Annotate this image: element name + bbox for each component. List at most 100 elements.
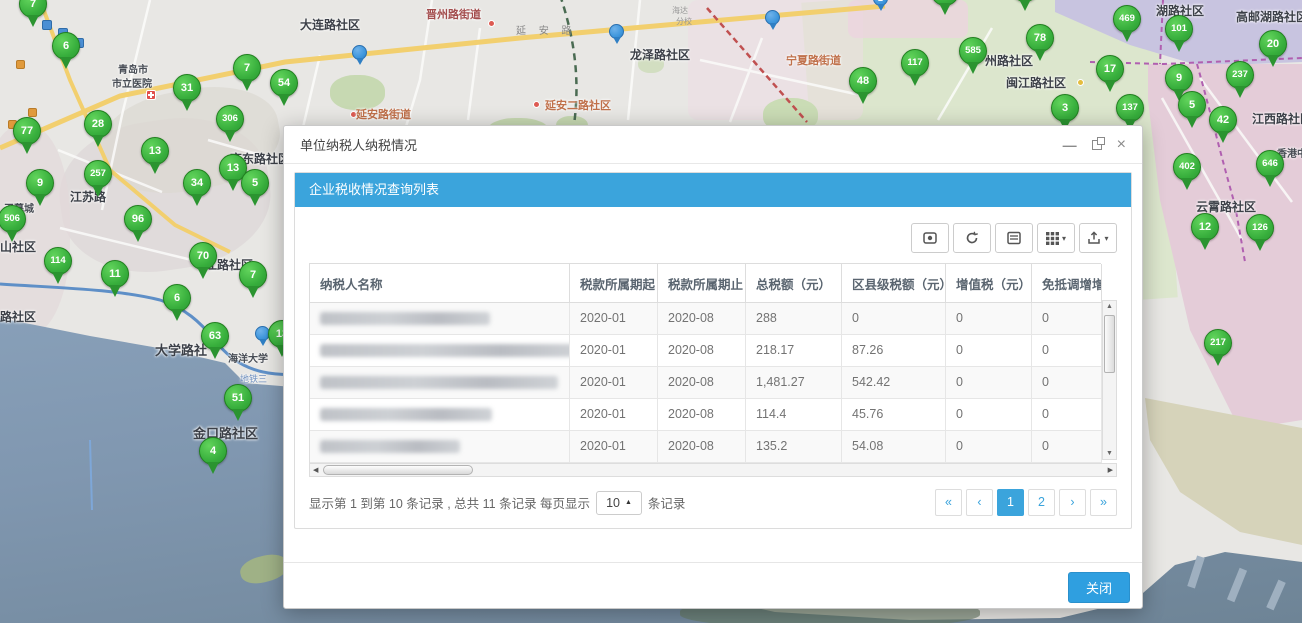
map-marker[interactable]: 9 (25, 169, 55, 209)
map-marker[interactable]: 78 (1025, 24, 1055, 64)
table-row[interactable]: 2020-012020-08218.1787.2600 (310, 335, 1101, 367)
maximize-icon[interactable] (1092, 140, 1102, 150)
page-button[interactable]: » (1090, 489, 1117, 516)
map-marker[interactable]: 17 (1095, 55, 1125, 95)
table-cell: 2020-01 (570, 399, 658, 431)
map-marker[interactable]: 257 (83, 160, 113, 200)
map-marker[interactable]: 646 (1255, 150, 1285, 190)
map-marker[interactable]: 6 (51, 32, 81, 72)
map-marker[interactable]: 63 (200, 322, 230, 362)
map-marker[interactable] (1010, 0, 1040, 14)
map-marker[interactable]: 54 (269, 69, 299, 109)
map-marker[interactable]: 126 (1245, 214, 1275, 254)
table-cell: 0 (946, 431, 1032, 463)
page-button[interactable]: « (935, 489, 962, 516)
close-icon[interactable]: × (1117, 137, 1126, 153)
map-marker[interactable]: 13 (140, 137, 170, 177)
table-row[interactable]: 2020-012020-081,481.27542.4200 (310, 367, 1101, 399)
map-marker[interactable]: 31 (172, 74, 202, 114)
map-label: 海洋大学 (228, 350, 268, 365)
page-button[interactable]: 2 (1028, 489, 1055, 516)
map-marker[interactable]: 51 (223, 384, 253, 424)
map-marker[interactable]: 585 (958, 37, 988, 77)
map-marker[interactable]: 5 (1177, 91, 1207, 131)
table-row[interactable]: 2020-012020-08288000 (310, 303, 1101, 335)
map-marker[interactable]: 306 (215, 105, 245, 145)
horizontal-scroll-thumb[interactable] (323, 465, 473, 475)
map-marker[interactable]: 11 (100, 260, 130, 300)
column-header[interactable]: 纳税人名称 (310, 264, 570, 303)
scroll-up-icon[interactable]: ▲ (1103, 303, 1116, 310)
marker-count: 28 (84, 110, 112, 138)
marker-count: 9 (26, 169, 54, 197)
redacted-name (320, 408, 492, 421)
toggle-view-button[interactable] (995, 223, 1033, 253)
map-marker[interactable]: 469 (1112, 5, 1142, 45)
columns-button[interactable]: ▾ (1037, 223, 1075, 253)
export-button[interactable]: ▾ (1079, 223, 1117, 253)
column-header[interactable]: 区县级税额（元） (842, 264, 946, 303)
vertical-scrollbar[interactable]: ▲ ▼ (1102, 300, 1117, 460)
minimize-icon[interactable]: — (1063, 138, 1077, 152)
pagination-info-prefix: 显示第 1 到第 10 条记录 , 总共 11 条记录 每页显示 (309, 493, 590, 512)
map-marker-blue[interactable] (765, 10, 781, 33)
map-marker[interactable]: 12 (1190, 213, 1220, 253)
table-cell: 288 (746, 303, 842, 335)
map-marker[interactable]: 402 (1172, 153, 1202, 193)
map-marker[interactable]: 77 (12, 117, 42, 157)
map-marker[interactable]: 7 (238, 261, 268, 301)
map-marker-blue[interactable]: 2 (873, 0, 889, 14)
map-marker[interactable]: 506 (0, 205, 27, 245)
column-header[interactable]: 增值税（元） (946, 264, 1032, 303)
page-button[interactable]: ‹ (966, 489, 993, 516)
map-marker[interactable]: 20 (1258, 30, 1288, 70)
map-label: 延安二路社区 (545, 97, 611, 113)
map-marker-blue[interactable] (609, 24, 625, 47)
map-marker[interactable]: 42 (1208, 106, 1238, 146)
column-header[interactable]: 总税额（元） (746, 264, 842, 303)
map-marker[interactable]: 5 (240, 169, 270, 209)
map-marker[interactable]: 34 (182, 169, 212, 209)
poi-dot-red (488, 20, 495, 27)
marker-count: 217 (1204, 329, 1232, 357)
map-marker[interactable]: 6 (162, 284, 192, 324)
map-marker[interactable]: 101 (1164, 15, 1194, 55)
table-row[interactable]: 2020-012020-08114.445.7600 (310, 399, 1101, 431)
map-marker[interactable]: 237 (1225, 61, 1255, 101)
refresh-button[interactable] (953, 223, 991, 253)
page-button[interactable]: › (1059, 489, 1086, 516)
marker-count: 585 (959, 37, 987, 65)
close-button[interactable]: 关闭 (1068, 572, 1130, 603)
scroll-right-icon[interactable]: ▶ (1108, 465, 1113, 476)
marker-count: 78 (1026, 24, 1054, 52)
column-header[interactable]: 税款所属期起 (570, 264, 658, 303)
marker-count: 114 (44, 247, 72, 275)
scroll-down-icon[interactable]: ▼ (1103, 450, 1116, 457)
column-header[interactable]: 税款所属期止 (658, 264, 746, 303)
map-marker[interactable]: 70 (188, 242, 218, 282)
page-button[interactable]: 1 (997, 489, 1024, 516)
map-marker[interactable]: 28 (83, 110, 113, 150)
map-marker[interactable]: 7 (18, 0, 48, 30)
map-marker[interactable]: 4 (198, 437, 228, 477)
map-marker[interactable]: 96 (123, 205, 153, 245)
marker-count: 5 (1178, 91, 1206, 119)
poi-dot-yellow (1077, 79, 1084, 86)
table-row[interactable]: 2020-012020-08135.254.0800 (310, 431, 1101, 463)
pagination-buttons: «‹12›» (935, 489, 1117, 516)
scroll-left-icon[interactable]: ◀ (313, 465, 318, 476)
horizontal-scrollbar[interactable]: ◀ ▶ (309, 463, 1117, 477)
marker-count: 17 (1096, 55, 1124, 83)
map-marker[interactable]: 48 (848, 67, 878, 107)
pagination-toggle-button[interactable] (911, 223, 949, 253)
map-marker[interactable]: 217 (1203, 329, 1233, 369)
column-header[interactable]: 免抵调增增 (1032, 264, 1102, 303)
map-marker[interactable]: 7 (232, 54, 262, 94)
vertical-scroll-thumb[interactable] (1104, 315, 1115, 373)
page-size-dropdown[interactable]: 10 ▲ (596, 491, 642, 515)
map-marker[interactable]: 117 (900, 49, 930, 89)
map-marker[interactable] (930, 0, 960, 18)
map-marker[interactable]: 114 (43, 247, 73, 287)
map-marker-blue[interactable] (352, 45, 368, 68)
app-root: 大连路社区晋州路街道延 安 路海达分校龙泽路社区延安二路社区延安路街道宁夏路街道… (0, 0, 1302, 623)
